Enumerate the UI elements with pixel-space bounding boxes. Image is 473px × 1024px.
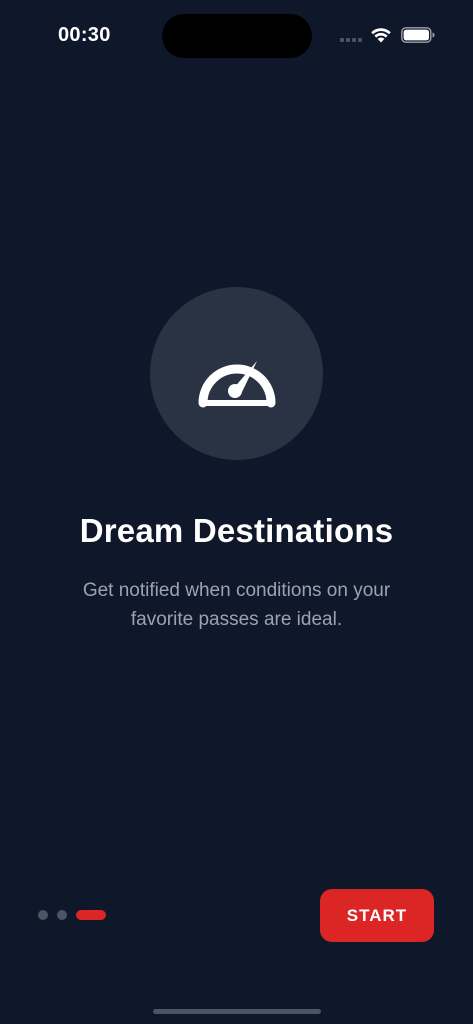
battery-icon (401, 27, 435, 43)
onboarding-screen: 00:30 Dream Destinations Get notified wh… (0, 0, 473, 1024)
hero-icon-circle (150, 287, 323, 460)
cellular-signal-icon (340, 38, 364, 43)
status-time: 00:30 (58, 24, 111, 46)
start-button[interactable]: START (320, 889, 434, 942)
wifi-icon (371, 28, 391, 43)
page-dot-3-active[interactable] (76, 910, 106, 920)
page-indicator (38, 910, 106, 920)
speedometer-icon (198, 360, 275, 407)
page-dot-2[interactable] (57, 910, 67, 920)
home-indicator[interactable] (153, 1009, 321, 1014)
page-dot-1[interactable] (38, 910, 48, 920)
onboarding-title: Dream Destinations (79, 512, 394, 549)
onboarding-subtitle: Get notified when conditions on your fav… (82, 580, 391, 630)
dynamic-island (162, 14, 312, 58)
